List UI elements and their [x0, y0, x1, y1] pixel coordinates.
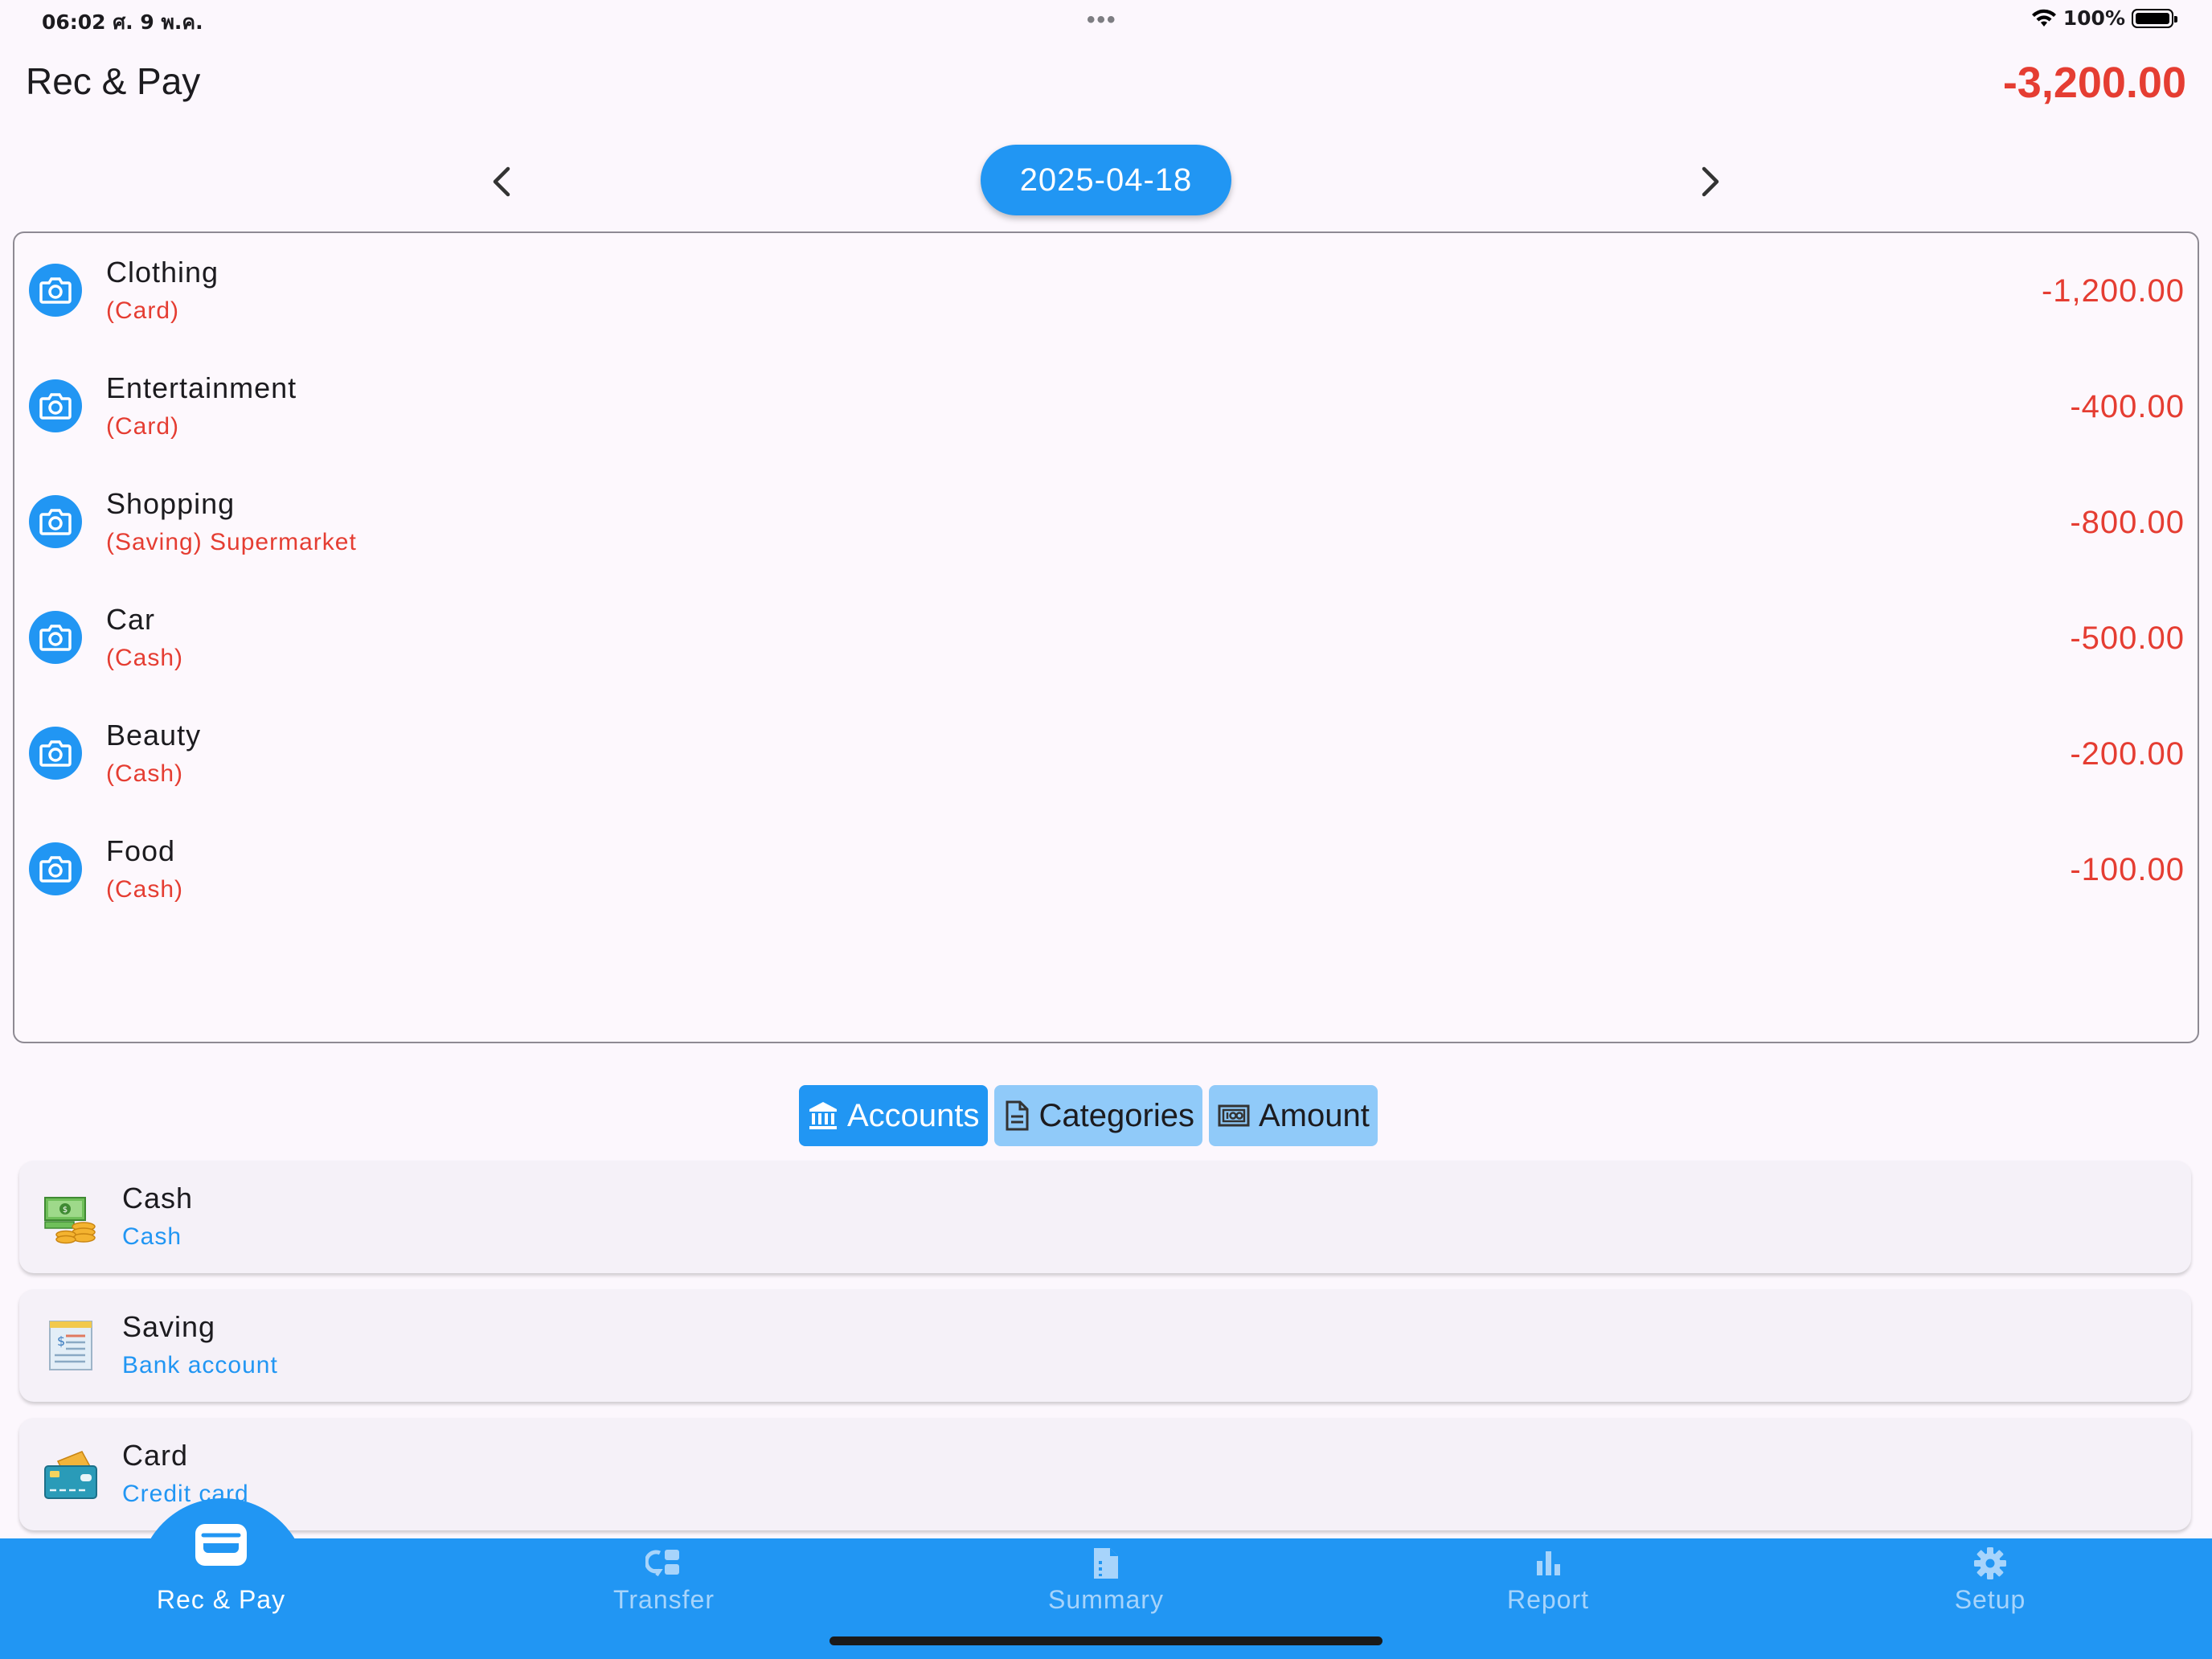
transaction-detail: (Cash)	[106, 760, 184, 787]
previous-date-button[interactable]	[479, 158, 527, 206]
nav-transfer[interactable]: Transfer	[543, 1546, 784, 1643]
transaction-detail: (Card)	[106, 413, 180, 440]
status-right: 100%	[2031, 6, 2177, 30]
transaction-amount: -1,200.00	[2041, 273, 2185, 309]
transaction-amount: -500.00	[2070, 621, 2185, 656]
tab-categories[interactable]: Categories	[993, 1085, 1202, 1146]
total-amount: -3,200.00	[2002, 59, 2186, 107]
bank-statement-icon: $	[49, 1321, 92, 1370]
summary-document-icon	[1094, 1548, 1118, 1579]
transaction-detail: (Saving) Supermarket	[106, 529, 357, 555]
nav-label: Setup	[1954, 1585, 2026, 1614]
nav-label: Rec & Pay	[156, 1585, 286, 1614]
svg-text:$: $	[57, 1333, 65, 1349]
account-name: Card	[122, 1439, 189, 1472]
nav-rec-pay[interactable]: Rec & Pay	[100, 1524, 342, 1643]
transaction-amount: -400.00	[2070, 389, 2185, 424]
transaction-amount: -200.00	[2070, 736, 2185, 772]
transfer-icon	[645, 1550, 679, 1577]
cash-money-icon: $	[44, 1197, 96, 1244]
account-card-card[interactable]: Card Credit card	[19, 1418, 2191, 1530]
transaction-row[interactable]: Food (Cash) -100.00	[14, 812, 2198, 928]
transaction-category: Clothing	[106, 256, 219, 289]
battery-icon	[2132, 8, 2177, 28]
multitasking-dots-icon[interactable]: •••	[1087, 6, 1117, 34]
home-indicator[interactable]	[830, 1636, 1382, 1645]
gear-icon	[1974, 1547, 2006, 1579]
account-name: Saving	[122, 1310, 216, 1343]
account-type: Bank account	[122, 1352, 278, 1378]
transaction-category: Entertainment	[106, 371, 297, 404]
wifi-icon	[2031, 9, 2056, 27]
transaction-row[interactable]: Beauty (Cash) -200.00	[14, 696, 2198, 812]
tab-accounts-label: Accounts	[847, 1097, 980, 1133]
tab-amount[interactable]: Amount	[1208, 1085, 1378, 1146]
page-title: Rec & Pay	[26, 60, 201, 102]
transaction-row[interactable]: Car (Cash) -500.00	[14, 580, 2198, 696]
account-type: Cash	[122, 1223, 182, 1250]
nav-setup[interactable]: Setup	[1870, 1546, 2111, 1643]
next-date-button[interactable]	[1685, 158, 1733, 206]
transaction-detail: (Cash)	[106, 645, 184, 671]
bank-icon	[809, 1102, 837, 1129]
camera-icon[interactable]	[29, 379, 82, 432]
view-tabs: Accounts Categories Amount	[799, 1085, 1378, 1146]
transaction-category: Car	[106, 603, 156, 636]
wallet-icon	[195, 1524, 247, 1566]
transaction-category: Beauty	[106, 719, 202, 752]
camera-icon[interactable]	[29, 495, 82, 548]
chevron-right-icon	[1702, 166, 1719, 197]
camera-icon[interactable]	[29, 611, 82, 664]
transaction-category: Food	[106, 834, 176, 867]
transaction-row[interactable]: Entertainment (Card) -400.00	[14, 349, 2198, 465]
account-card-cash[interactable]: $ Cash Cash	[19, 1161, 2191, 1273]
transaction-list[interactable]: Clothing (Card) -1,200.00 Entertainment …	[13, 231, 2199, 1043]
svg-text:$: $	[63, 1206, 68, 1215]
account-card-saving[interactable]: $ Saving Bank account	[19, 1289, 2191, 1402]
transaction-category: Shopping	[106, 487, 236, 520]
nav-label: Report	[1506, 1585, 1590, 1614]
tab-amount-label: Amount	[1258, 1097, 1370, 1133]
nav-label: Summary	[1048, 1585, 1164, 1614]
credit-card-icon	[44, 1451, 97, 1499]
transaction-amount: -100.00	[2070, 852, 2185, 887]
document-icon	[1006, 1100, 1029, 1131]
transaction-row[interactable]: Clothing (Card) -1,200.00	[14, 233, 2198, 349]
bar-chart-icon	[1537, 1551, 1560, 1575]
transaction-row[interactable]: Shopping (Saving) Supermarket -800.00	[14, 465, 2198, 580]
account-name: Cash	[122, 1182, 194, 1215]
camera-icon[interactable]	[29, 727, 82, 780]
battery-percent: 100%	[2062, 6, 2125, 30]
tab-accounts[interactable]: Accounts	[799, 1085, 988, 1146]
camera-icon[interactable]	[29, 842, 82, 895]
nav-label: Transfer	[613, 1585, 715, 1614]
date-picker-button[interactable]: 2025-04-18	[981, 145, 1231, 215]
status-time-date: 06:02 ศ. 9 พ.ค.	[42, 10, 203, 34]
transaction-detail: (Cash)	[106, 876, 184, 903]
status-bar: 06:02 ศ. 9 พ.ค. ••• 100%	[0, 0, 2212, 40]
chevron-left-icon	[493, 166, 510, 197]
transaction-amount: -800.00	[2070, 505, 2185, 540]
camera-icon[interactable]	[29, 264, 82, 317]
nav-report[interactable]: Report	[1428, 1546, 1669, 1643]
nav-summary[interactable]: Summary	[985, 1546, 1227, 1643]
transaction-detail: (Card)	[106, 297, 180, 324]
tab-categories-label: Categories	[1038, 1097, 1194, 1133]
money-icon	[1218, 1104, 1250, 1127]
